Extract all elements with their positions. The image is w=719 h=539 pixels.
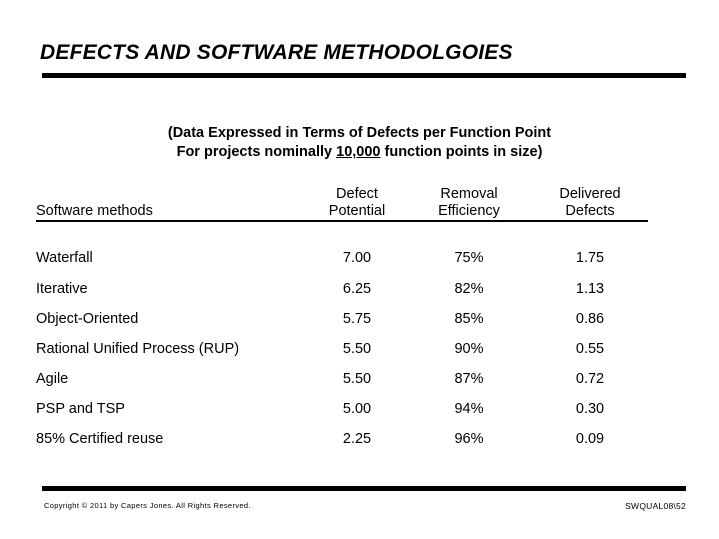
title-divider-rule <box>42 73 686 78</box>
footer-divider-rule <box>42 486 686 491</box>
column-header-removal-efficiency: Removal Efficiency <box>406 182 532 222</box>
subtitle-line-2-prefix: For projects nominally <box>176 144 337 160</box>
table-row: Object-Oriented 5.75 85% 0.86 <box>36 304 648 334</box>
column-header-line2: Defects <box>565 203 615 219</box>
cell-delivered-defects: 0.72 <box>575 371 605 387</box>
cell-method: Rational Unified Process (RUP) <box>36 341 240 357</box>
column-header-line1: Defect <box>336 186 378 202</box>
column-header-line1: Removal <box>440 186 498 202</box>
cell-removal-efficiency: 90% <box>454 341 484 357</box>
slide-canvas: DEFECTS AND SOFTWARE METHODOLGOIES (Data… <box>0 0 719 539</box>
subtitle-size-value: 10,000 <box>336 144 381 160</box>
subtitle-block: (Data Expressed in Terms of Defects per … <box>0 124 719 162</box>
column-header-software-methods: Software methods <box>36 182 308 222</box>
cell-defect-potential: 5.75 <box>342 311 372 327</box>
cell-removal-efficiency: 96% <box>454 431 484 447</box>
column-header-line1: Delivered <box>559 186 621 202</box>
cell-method: PSP and TSP <box>36 401 125 417</box>
cell-defect-potential: 7.00 <box>342 250 372 266</box>
cell-delivered-defects: 0.55 <box>575 341 605 357</box>
column-header-line2: Efficiency <box>438 203 500 219</box>
cell-defect-potential: 5.50 <box>342 371 372 387</box>
column-header-defect-potential: Defect Potential <box>308 182 406 222</box>
cell-method: Agile <box>36 371 69 387</box>
page-title: DEFECTS AND SOFTWARE METHODOLGOIES <box>40 41 513 64</box>
cell-removal-efficiency: 85% <box>454 311 484 327</box>
column-header-delivered-defects: Delivered Defects <box>532 182 648 222</box>
cell-defect-potential: 2.25 <box>342 431 372 447</box>
cell-removal-efficiency: 87% <box>454 371 484 387</box>
column-header-line2: Potential <box>328 203 386 219</box>
cell-method: 85% Certified reuse <box>36 431 164 447</box>
table-row: Agile 5.50 87% 0.72 <box>36 364 648 394</box>
table-header-row: Software methods Defect Potential Remova… <box>36 182 648 222</box>
cell-method: Waterfall <box>36 250 93 266</box>
table-row: 85% Certified reuse 2.25 96% 0.09 <box>36 424 648 454</box>
table-row: Waterfall 7.00 75% 1.75 <box>36 221 648 274</box>
defects-table-container: Software methods Defect Potential Remova… <box>36 182 648 454</box>
cell-delivered-defects: 0.09 <box>575 431 605 447</box>
cell-defect-potential: 5.50 <box>342 341 372 357</box>
table-header: Software methods Defect Potential Remova… <box>36 182 648 222</box>
cell-removal-efficiency: 75% <box>454 250 484 266</box>
table-row: PSP and TSP 5.00 94% 0.30 <box>36 394 648 424</box>
table-row: Iterative 6.25 82% 1.13 <box>36 274 648 304</box>
cell-method: Object-Oriented <box>36 311 139 327</box>
cell-method: Iterative <box>36 281 88 297</box>
table-row: Rational Unified Process (RUP) 5.50 90% … <box>36 334 648 364</box>
cell-delivered-defects: 1.13 <box>575 281 605 297</box>
cell-delivered-defects: 0.86 <box>575 311 605 327</box>
table-body: Waterfall 7.00 75% 1.75 Iterative 6.25 8… <box>36 221 648 454</box>
slide-reference-code: SWQUAL08\52 <box>625 501 686 511</box>
subtitle-line-1: (Data Expressed in Terms of Defects per … <box>167 125 552 141</box>
cell-defect-potential: 6.25 <box>342 281 372 297</box>
subtitle-line-2: For projects nominally 10,000 function p… <box>0 143 719 162</box>
cell-removal-efficiency: 94% <box>454 401 484 417</box>
cell-removal-efficiency: 82% <box>454 281 484 297</box>
column-header-line2: Software methods <box>36 203 153 219</box>
cell-delivered-defects: 0.30 <box>575 401 605 417</box>
defects-table: Software methods Defect Potential Remova… <box>36 182 648 454</box>
subtitle-line-2-suffix: function points in size) <box>380 144 543 160</box>
cell-defect-potential: 5.00 <box>342 401 372 417</box>
copyright-notice: Copyright © 2011 by Capers Jones. All Ri… <box>44 501 251 510</box>
cell-delivered-defects: 1.75 <box>575 250 605 266</box>
